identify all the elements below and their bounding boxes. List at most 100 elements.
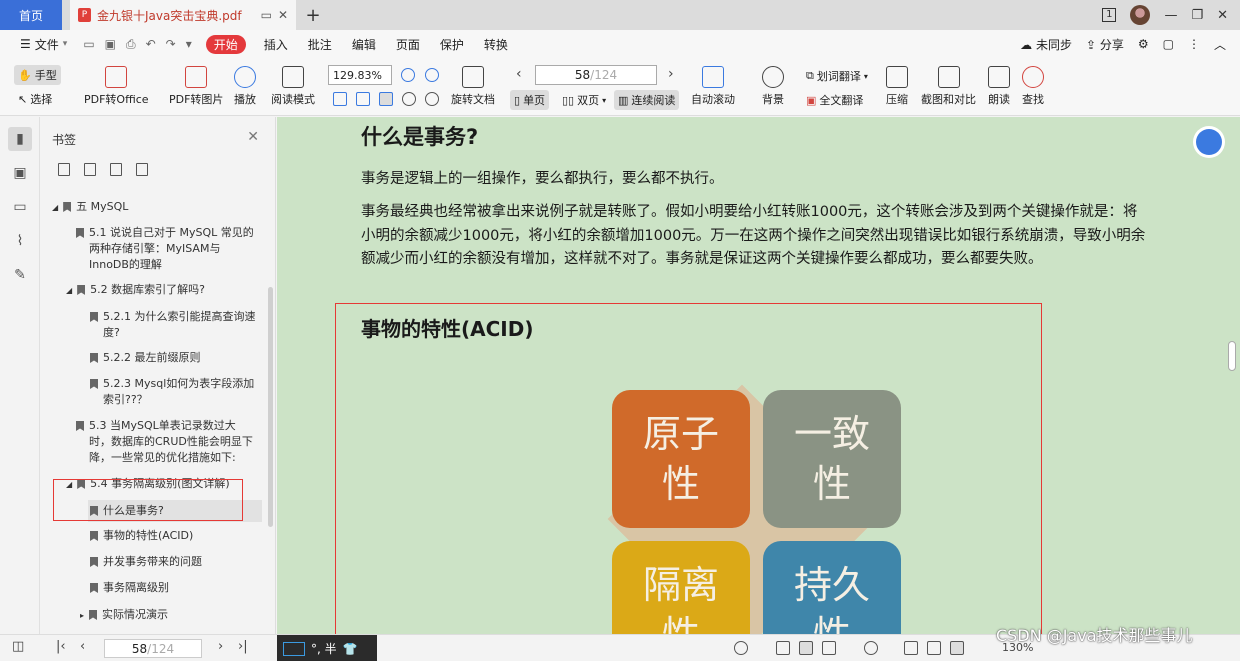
restore-icon[interactable]: ❐ — [1191, 8, 1203, 23]
close-icon[interactable]: ✕ — [247, 129, 259, 145]
full-translate-button[interactable]: ▣ 全文翻译 — [806, 92, 863, 108]
document-scrollbar[interactable] — [1228, 341, 1236, 371]
ime-indicator[interactable]: °, 半 👕 — [277, 635, 377, 661]
play-icon[interactable] — [864, 641, 878, 655]
document-view[interactable]: 什么是事务? 事务是逻辑上的一组操作，要么都执行，要么都不执行。 事务最经典也经… — [277, 117, 1240, 634]
bookmark-item[interactable]: ▸ 实际情况演示 — [80, 607, 256, 624]
rotate-doc-button[interactable]: 旋转文档 — [451, 66, 495, 107]
rotate-right-icon[interactable] — [425, 92, 439, 106]
rotate-left-icon[interactable] — [402, 92, 416, 106]
attachment-icon[interactable]: ⌇ — [8, 229, 32, 253]
tab-minimize-icon[interactable]: ▭ — [261, 8, 272, 22]
single-page-button[interactable]: ▯ 单页 — [510, 90, 550, 110]
next-page-icon[interactable]: › — [668, 66, 674, 82]
play-button[interactable]: 播放 — [234, 66, 256, 107]
settings-icon[interactable]: ⚙ — [1138, 37, 1149, 51]
bookmark-item[interactable]: ◢ 5.2 数据库索引了解吗? — [66, 282, 256, 299]
file-menu[interactable]: ☰ 文件 ▾ — [10, 36, 77, 53]
collapsed-arrow-icon[interactable]: ▸ — [80, 608, 84, 624]
next-page-icon[interactable]: › — [218, 639, 223, 654]
bookmark-item[interactable]: ◢ 五 MySQL — [52, 199, 262, 216]
single-page-view-icon[interactable] — [776, 641, 790, 655]
select-tool-button[interactable]: ↖ 选择 — [18, 91, 52, 107]
background-button[interactable]: 背景 — [762, 66, 784, 107]
feedback-icon[interactable]: ▢ — [1163, 37, 1174, 51]
read-mode-button[interactable]: 阅读模式 — [271, 66, 315, 107]
actual-size-icon[interactable] — [904, 641, 918, 655]
menu-protect[interactable]: 保护 — [430, 36, 474, 53]
find-button[interactable]: 查找 — [1022, 66, 1044, 107]
remove-bookmark-icon[interactable] — [136, 163, 148, 176]
bookmark-item[interactable]: 事物的特性(ACID) — [90, 528, 256, 544]
print-icon[interactable]: ⎙ — [126, 37, 136, 52]
bookmark-item[interactable]: 5.3 当MySQL单表记录数过大时，数据库的CRUD性能会明显下降，一些常见的… — [76, 418, 256, 466]
more-chevron-icon[interactable]: ▾ — [186, 37, 192, 52]
signature-icon[interactable]: ✎ — [8, 263, 32, 287]
open-folder-icon[interactable]: ▭ — [83, 37, 94, 52]
hand-tool-button[interactable]: ✋ 手型 — [14, 65, 61, 85]
pdf-to-office-button[interactable]: PDF转Office — [84, 66, 149, 107]
add-bookmark-icon[interactable] — [58, 163, 70, 176]
tab-home[interactable]: 首页 — [0, 0, 62, 30]
save-icon[interactable]: ▣ — [105, 37, 116, 52]
page-number-input[interactable]: 58/124 — [535, 65, 657, 85]
continuous-read-button[interactable]: ▥ 连续阅读 — [614, 90, 680, 110]
zoom-select[interactable]: 129.83% — [328, 65, 392, 85]
menu-insert[interactable]: 插入 — [254, 36, 298, 53]
menu-edit[interactable]: 编辑 — [342, 36, 386, 53]
bookmark-item[interactable]: 5.2.3 Mysql如何为表字段添加索引??？ — [90, 376, 256, 408]
expand-arrow-icon[interactable]: ◢ — [66, 283, 72, 299]
close-window-icon[interactable]: ✕ — [1217, 8, 1228, 23]
sync-button[interactable]: ☁ 未同步 — [1020, 36, 1072, 53]
double-page-view-icon[interactable] — [822, 641, 836, 655]
floating-tool-button[interactable] — [1196, 129, 1222, 155]
add-sub-bookmark-icon[interactable] — [84, 163, 96, 176]
prev-page-icon[interactable]: ‹ — [80, 639, 85, 654]
tab-close-icon[interactable]: ✕ — [278, 8, 288, 22]
double-page-button[interactable]: ▯▯ 双页 ▾ — [562, 92, 606, 108]
fit-page-icon[interactable] — [356, 92, 370, 106]
actual-size-icon[interactable] — [333, 92, 347, 106]
workspace-icon[interactable]: 1 — [1102, 8, 1117, 22]
prev-page-icon[interactable]: ‹ — [516, 66, 522, 82]
bookmark-item[interactable]: 事务隔离级别 — [90, 580, 256, 596]
panel-scrollbar[interactable] — [268, 287, 273, 527]
read-aloud-button[interactable]: 朗读 — [988, 66, 1010, 107]
eye-icon[interactable] — [734, 641, 748, 655]
zoom-in-icon[interactable] — [425, 68, 439, 82]
expand-arrow-icon[interactable]: ◢ — [52, 200, 58, 216]
compress-button[interactable]: 压缩 — [886, 66, 908, 107]
continuous-view-icon[interactable] — [799, 641, 813, 655]
last-page-icon[interactable]: ›| — [238, 639, 248, 654]
thumbnail-icon[interactable]: ▣ — [8, 161, 32, 185]
fit-width-icon[interactable] — [379, 92, 393, 106]
bookmark-item[interactable]: 5.2.2 最左前缀原则 — [90, 350, 256, 366]
undo-icon[interactable]: ↶ — [146, 37, 156, 52]
bookmark-item[interactable]: 5.2.1 为什么索引能提高查询速度? — [90, 309, 256, 341]
bookmark-panel-icon[interactable]: ▮ — [8, 127, 32, 151]
screenshot-compare-button[interactable]: 截图和对比 — [921, 66, 976, 107]
pdf-to-image-button[interactable]: PDF转图片 — [169, 66, 223, 107]
bookmark-icon[interactable] — [110, 163, 122, 176]
collapse-ribbon-icon[interactable]: ︿ — [1214, 36, 1226, 53]
share-button[interactable]: ⇪ 分享 — [1086, 36, 1124, 53]
new-tab-button[interactable]: + — [296, 0, 330, 30]
menu-annotate[interactable]: 批注 — [298, 36, 342, 53]
word-translate-button[interactable]: ⧉ 划词翻译 ▾ — [806, 68, 868, 84]
redo-icon[interactable]: ↷ — [166, 37, 176, 52]
zoom-out-icon[interactable] — [401, 68, 415, 82]
bookmark-item[interactable]: 并发事务带来的问题 — [90, 554, 256, 570]
bookmark-item[interactable]: 5.1 说说自己对于 MySQL 常见的两种存储引擎：MyISAM与InnoDB… — [76, 225, 256, 273]
tab-document[interactable]: P 金九银十Java突击宝典.pdf ▭ ✕ — [70, 0, 296, 30]
toggle-sidebar-icon[interactable]: ◫ — [12, 639, 24, 654]
avatar[interactable] — [1130, 5, 1151, 25]
menu-page[interactable]: 页面 — [386, 36, 430, 53]
comment-icon[interactable]: ▭ — [8, 195, 32, 219]
minimize-icon[interactable]: — — [1164, 8, 1177, 23]
fit-page-icon[interactable] — [927, 641, 941, 655]
first-page-icon[interactable]: |‹ — [56, 639, 66, 654]
menu-start[interactable]: 开始 — [205, 34, 246, 54]
fit-width-icon[interactable] — [950, 641, 964, 655]
auto-scroll-button[interactable]: 自动滚动 — [691, 66, 735, 107]
more-icon[interactable]: ⋮ — [1188, 37, 1200, 51]
